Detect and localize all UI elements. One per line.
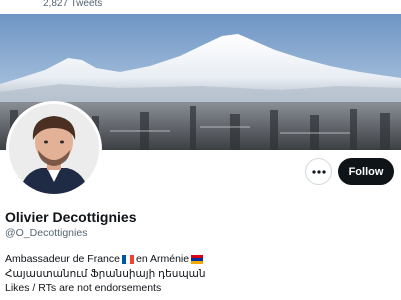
more-options-button[interactable]: [305, 158, 332, 185]
profile-handle: @O_Decottignies: [5, 227, 88, 239]
bio-line-1: Ambassadeur de France en Arménie: [5, 252, 395, 267]
top-bar: 2,827 Tweets: [0, 0, 401, 14]
avatar-photo: [9, 104, 99, 194]
armenia-flag-icon: [191, 254, 204, 264]
tweet-count: 2,827 Tweets: [43, 0, 103, 9]
bio-line-2: Հայաստանում Ֆրանսիայի դեսպան: [5, 267, 206, 280]
profile-avatar[interactable]: [6, 101, 102, 197]
bio-line-3: Likes / RTs are not endorsements: [5, 282, 162, 294]
bio-location: en Arménie: [135, 253, 190, 265]
profile-name: Olivier Decottignies: [5, 209, 137, 225]
follow-button[interactable]: Follow: [338, 158, 394, 185]
france-flag-icon: [121, 254, 134, 264]
profile-bio: Ambassadeur de France en Arménie Հայաստա…: [5, 252, 395, 296]
bio-title: Ambassadeur de France: [5, 253, 120, 265]
more-horizontal-icon: [311, 169, 326, 174]
